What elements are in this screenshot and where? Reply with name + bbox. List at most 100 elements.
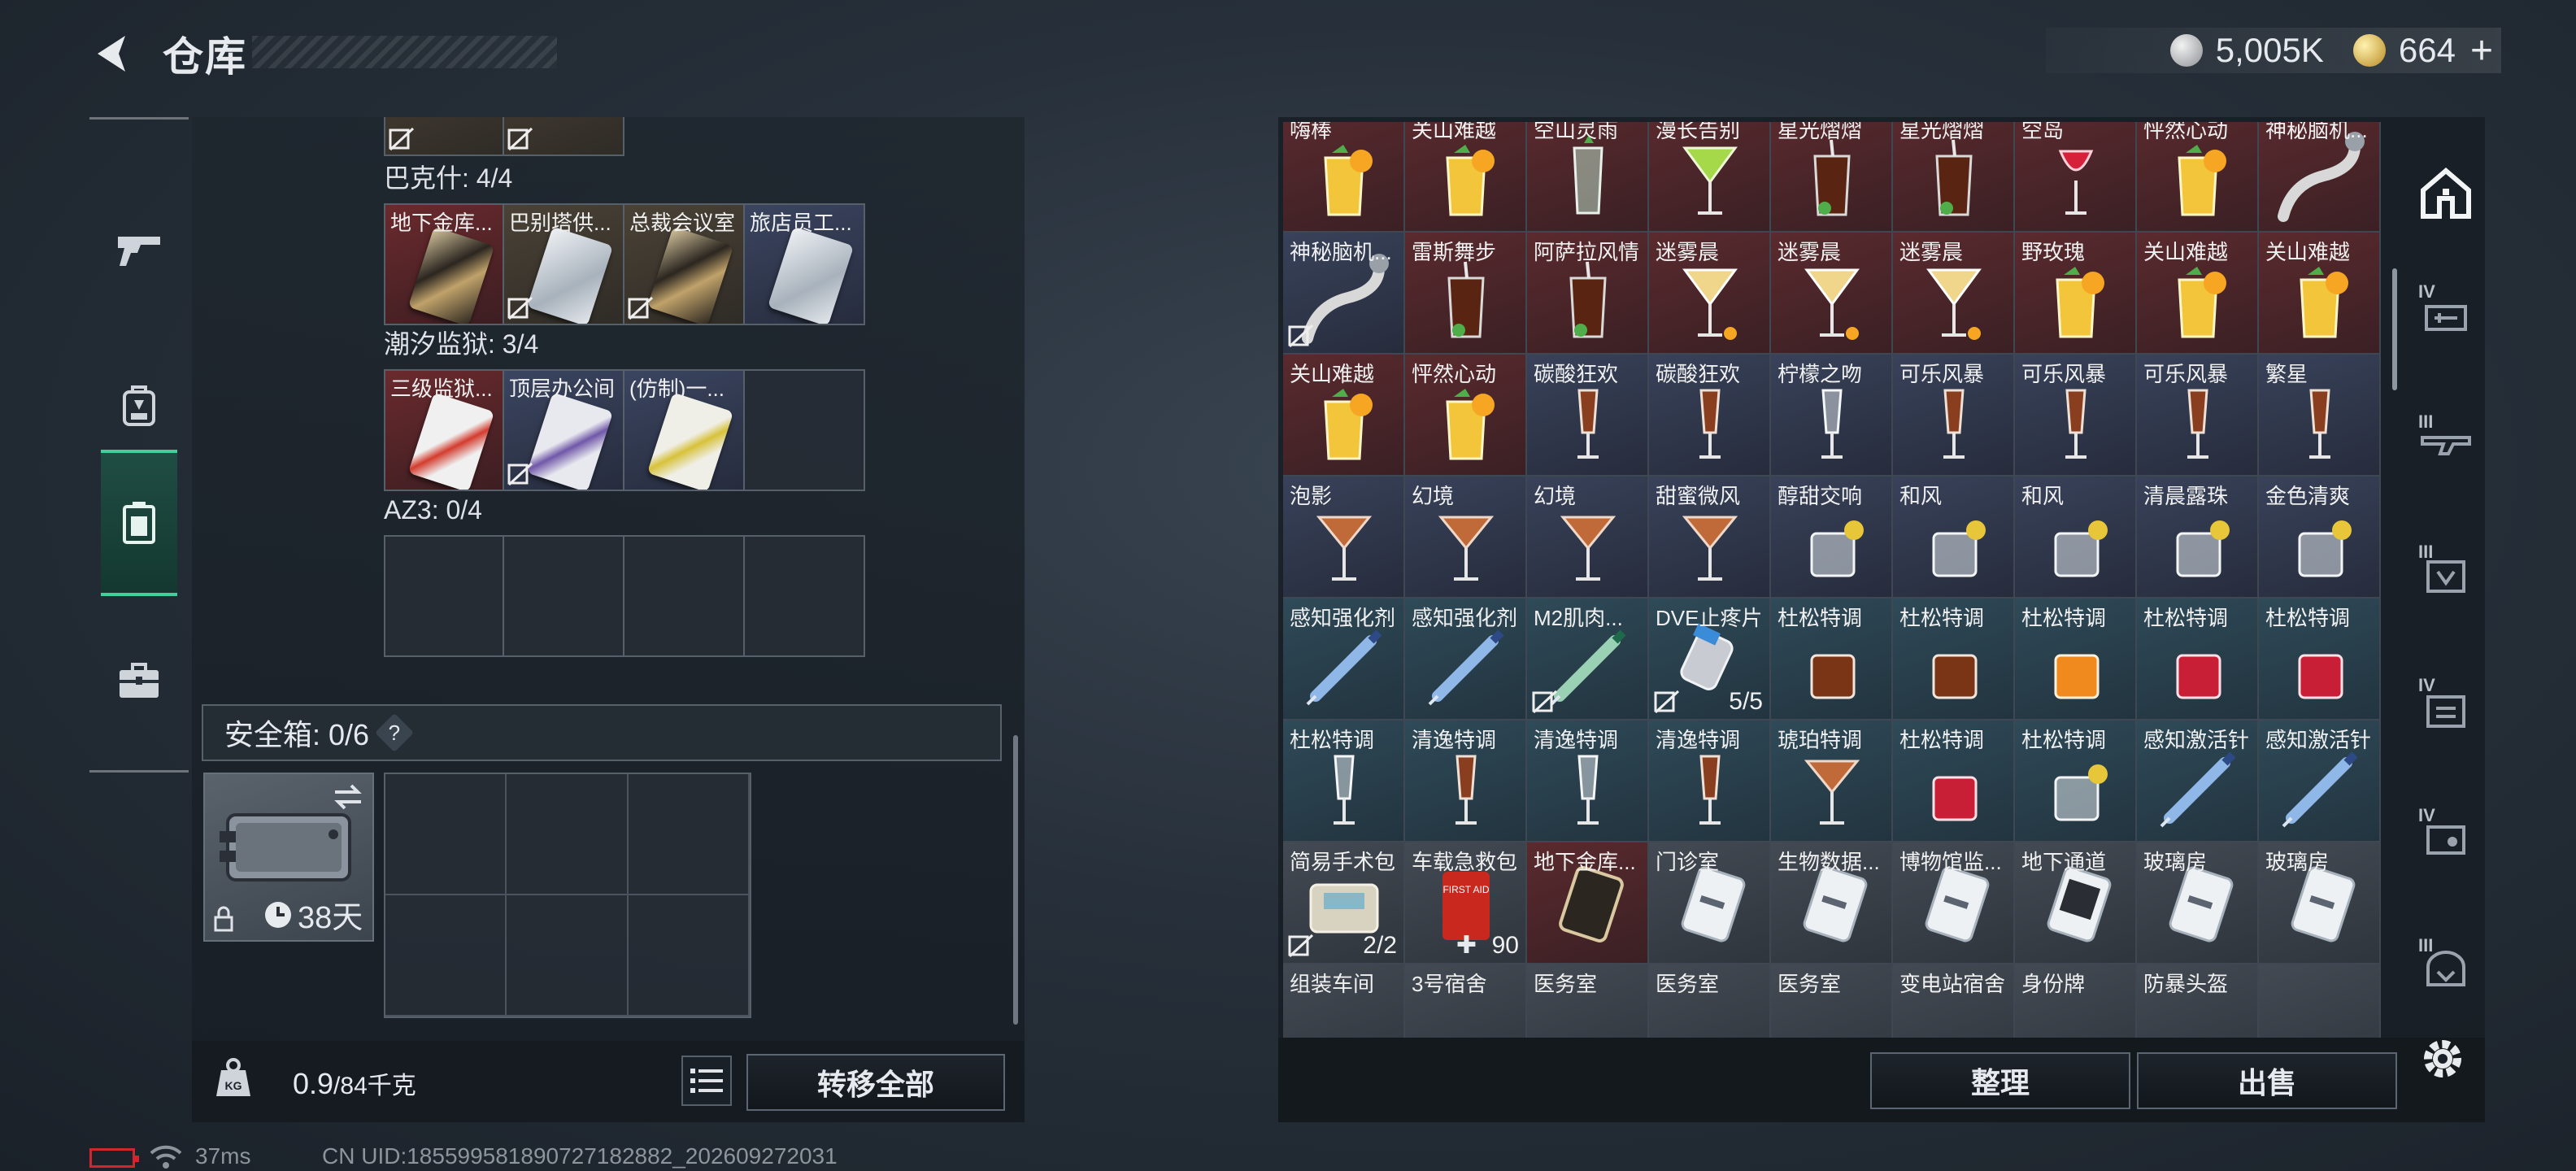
help-icon[interactable]: ? bbox=[375, 712, 415, 753]
key-card-slot[interactable]: 巴别塔供... bbox=[504, 203, 624, 325]
organize-button[interactable]: 整理 bbox=[1870, 1052, 2130, 1109]
inventory-item[interactable]: 防暴头盔 bbox=[2137, 964, 2259, 1038]
inventory-item[interactable]: 怦然心动 bbox=[1405, 355, 1527, 477]
inventory-item[interactable]: 漫长告别 bbox=[1649, 122, 1771, 233]
empty-key-slot[interactable] bbox=[384, 535, 504, 657]
inventory-item[interactable]: 地下通道 bbox=[2015, 842, 2137, 964]
key-card-slot[interactable]: 地下金库... bbox=[384, 203, 504, 325]
inventory-item[interactable]: 变电站宿舍 bbox=[1893, 964, 2015, 1038]
key-slot[interactable] bbox=[504, 117, 624, 156]
inventory-item[interactable]: 清逸特调 bbox=[1649, 720, 1771, 842]
safe-slot[interactable] bbox=[628, 895, 750, 1016]
inventory-item[interactable]: 碳酸狂欢 bbox=[1527, 355, 1649, 477]
inventory-item[interactable]: 关山难越 bbox=[2259, 233, 2381, 355]
inventory-item[interactable]: 可乐风暴 bbox=[2015, 355, 2137, 477]
inventory-item[interactable]: 杜松特调 bbox=[2015, 720, 2137, 842]
inventory-item[interactable]: 星光熠熠 bbox=[1771, 122, 1893, 233]
inventory-item[interactable]: FIRST AID 车载急救包 ✚ 90 bbox=[1405, 842, 1527, 964]
safe-slot[interactable] bbox=[385, 774, 507, 895]
safe-slot[interactable] bbox=[507, 895, 629, 1016]
sell-button[interactable]: 出售 bbox=[2137, 1052, 2397, 1109]
inventory-item[interactable]: 杜松特调 bbox=[2259, 599, 2381, 720]
key-slot[interactable] bbox=[384, 117, 504, 156]
inventory-empty-slot[interactable] bbox=[2259, 964, 2381, 1038]
inventory-item[interactable]: 幻境 bbox=[1405, 477, 1527, 599]
inventory-item[interactable]: 醇甜交响 bbox=[1771, 477, 1893, 599]
inventory-item[interactable]: 组装车间 bbox=[1283, 964, 1405, 1038]
inventory-item[interactable]: 生物数据... bbox=[1771, 842, 1893, 964]
inventory-item[interactable]: 神秘脑机... bbox=[2259, 122, 2381, 233]
inventory-item[interactable]: 杜松特调 bbox=[1893, 720, 2015, 842]
list-view-button[interactable] bbox=[681, 1056, 732, 1106]
inventory-item[interactable]: M2肌肉... bbox=[1527, 599, 1649, 720]
inventory-item[interactable]: 迷雾晨 bbox=[1771, 233, 1893, 355]
key-card-slot[interactable]: 旅店员工... bbox=[745, 203, 865, 325]
inventory-item[interactable]: 杜松特调 bbox=[1893, 599, 2015, 720]
inventory-item[interactable]: 清逸特调 bbox=[1405, 720, 1527, 842]
inventory-item[interactable]: 迷雾晨 bbox=[1649, 233, 1771, 355]
inventory-item[interactable]: 阿萨拉风情 bbox=[1527, 233, 1649, 355]
inventory-item[interactable]: 怦然心动 bbox=[2137, 122, 2259, 233]
key-card-slot[interactable]: 顶层办公间 bbox=[504, 369, 624, 491]
nav-briefcase[interactable] bbox=[101, 607, 177, 754]
left-scrollbar[interactable] bbox=[1013, 735, 1018, 1025]
inventory-item[interactable]: 感知强化剂 bbox=[1283, 599, 1405, 720]
key-card-slot[interactable]: (仿制)一... bbox=[624, 369, 745, 491]
inventory-item[interactable]: DVE止疼片 5/5 bbox=[1649, 599, 1771, 720]
settings-gear-icon[interactable] bbox=[2417, 1033, 2469, 1085]
inventory-item[interactable]: 雷斯舞步 bbox=[1405, 233, 1527, 355]
inventory-scrollbar[interactable] bbox=[2392, 268, 2397, 390]
inventory-item[interactable]: 杜松特调 bbox=[2015, 599, 2137, 720]
empty-key-slot[interactable] bbox=[745, 535, 865, 657]
inventory-item[interactable]: 关山难越 bbox=[1283, 355, 1405, 477]
inventory-item[interactable]: 感知激活针 bbox=[2259, 720, 2381, 842]
inventory-item[interactable]: 泡影 bbox=[1283, 477, 1405, 599]
inventory-item[interactable]: 空山灵雨 bbox=[1527, 122, 1649, 233]
inventory-item[interactable]: 迷雾晨 bbox=[1893, 233, 2015, 355]
inventory-item[interactable]: 门诊室 bbox=[1649, 842, 1771, 964]
inventory-item[interactable]: 玻璃房 bbox=[2137, 842, 2259, 964]
nav-equip-5[interactable]: IV bbox=[2415, 805, 2477, 870]
nav-equip-6[interactable]: III bbox=[2415, 935, 2477, 1000]
swap-icon[interactable] bbox=[332, 782, 364, 812]
inventory-item[interactable]: 和风 bbox=[2015, 477, 2137, 599]
transfer-all-button[interactable]: 转移全部 bbox=[746, 1054, 1005, 1111]
key-card-slot[interactable]: 总裁会议室 bbox=[624, 203, 745, 325]
inventory-item[interactable]: 嗨棒 bbox=[1283, 122, 1405, 233]
nav-equip-2[interactable]: III bbox=[2415, 411, 2477, 477]
inventory-item[interactable]: 可乐风暴 bbox=[2137, 355, 2259, 477]
nav-weapons[interactable] bbox=[101, 176, 177, 323]
nav-container[interactable] bbox=[101, 450, 177, 596]
inventory-item[interactable]: 甜蜜微风 bbox=[1649, 477, 1771, 599]
key-card-slot[interactable]: 三级监狱... bbox=[384, 369, 504, 491]
back-arrow-icon[interactable] bbox=[89, 31, 135, 76]
inventory-item[interactable]: 简易手术包 2/2 bbox=[1283, 842, 1405, 964]
add-currency-button[interactable]: + bbox=[2470, 28, 2493, 73]
safe-box-item[interactable]: 38天 bbox=[203, 773, 374, 942]
inventory-item[interactable]: 关山难越 bbox=[1405, 122, 1527, 233]
inventory-item[interactable]: 感知强化剂 bbox=[1405, 599, 1527, 720]
safe-slot[interactable] bbox=[507, 774, 629, 895]
inventory-item[interactable]: 医务室 bbox=[1649, 964, 1771, 1038]
inventory-item[interactable]: 清晨露珠 bbox=[2137, 477, 2259, 599]
nav-stash-home[interactable] bbox=[2415, 163, 2477, 224]
inventory-item[interactable]: 杜松特调 bbox=[1771, 599, 1893, 720]
inventory-item[interactable]: 杜松特调 bbox=[1283, 720, 1405, 842]
inventory-item[interactable]: 玻璃房 bbox=[2259, 842, 2381, 964]
inventory-item[interactable]: 金色清爽 bbox=[2259, 477, 2381, 599]
inventory-item[interactable]: 野玫瑰 bbox=[2015, 233, 2137, 355]
nav-equip-1[interactable]: IV bbox=[2415, 281, 2477, 346]
inventory-item[interactable]: 空岛 bbox=[2015, 122, 2137, 233]
inventory-item[interactable]: 感知激活针 bbox=[2137, 720, 2259, 842]
inventory-item[interactable]: 琥珀特调 bbox=[1771, 720, 1893, 842]
empty-key-slot[interactable] bbox=[504, 535, 624, 657]
inventory-item[interactable]: 身份牌 bbox=[2015, 964, 2137, 1038]
safe-slot[interactable] bbox=[385, 895, 507, 1016]
inventory-item[interactable]: 繁星 bbox=[2259, 355, 2381, 477]
empty-key-slot[interactable] bbox=[624, 535, 745, 657]
inventory-item[interactable]: 星光熠熠 bbox=[1893, 122, 2015, 233]
inventory-item[interactable]: 柠檬之吻 bbox=[1771, 355, 1893, 477]
inventory-item[interactable]: 神秘脑机... bbox=[1283, 233, 1405, 355]
inventory-item[interactable]: 地下金库... bbox=[1527, 842, 1649, 964]
inventory-item[interactable]: 医务室 bbox=[1771, 964, 1893, 1038]
